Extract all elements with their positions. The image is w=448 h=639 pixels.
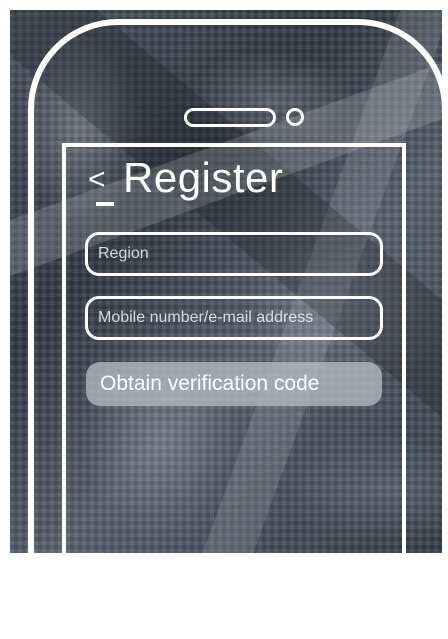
mobile-email-input[interactable] — [85, 296, 383, 340]
phone-speaker-icon — [184, 108, 276, 127]
back-button[interactable]: < — [86, 160, 116, 210]
obtain-verification-code-button[interactable]: Obtain verification code — [86, 362, 382, 406]
page-title: Register — [123, 154, 284, 201]
region-input[interactable] — [85, 232, 383, 276]
back-underline — [96, 202, 114, 206]
phone-camera-icon — [286, 108, 304, 126]
chevron-left-icon: < — [88, 163, 106, 196]
